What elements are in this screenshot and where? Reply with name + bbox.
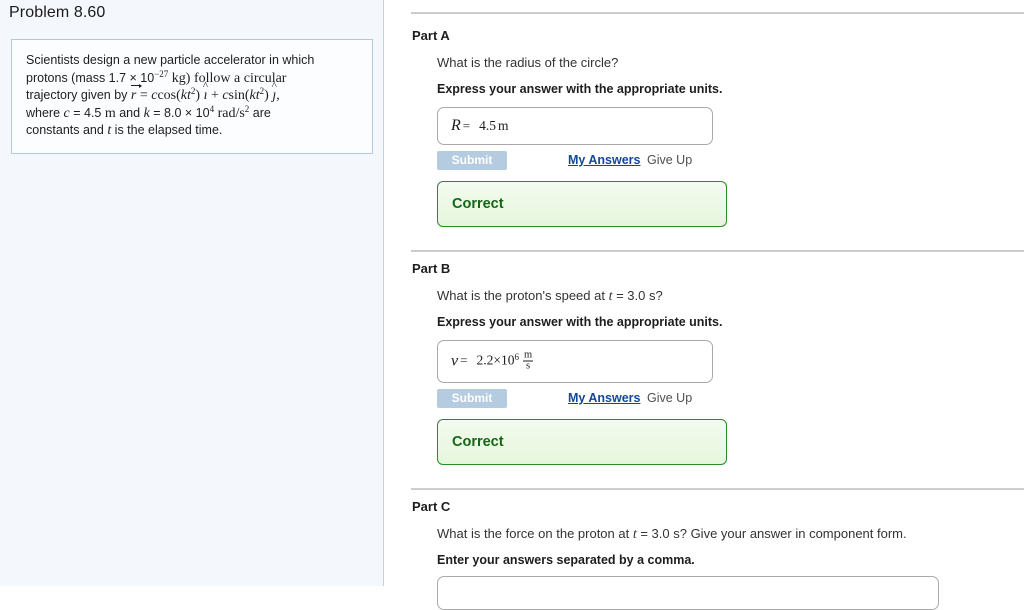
mass-exponent: −27: [154, 68, 169, 79]
r-vector-symbol: r: [130, 83, 142, 105]
part-a-give-up-link[interactable]: Give Up: [647, 153, 692, 167]
part-a-question: What is the radius of the circle?: [437, 55, 618, 72]
part-c-answer-field[interactable]: [437, 576, 939, 610]
k-constant-unit: rad/s: [217, 105, 245, 121]
statement-where: where: [26, 105, 64, 120]
statement-and: and: [115, 105, 144, 120]
problem-statement-box: Scientists design a new particle acceler…: [11, 39, 373, 154]
times-symbol: ×: [129, 70, 137, 85]
statement-are: are: [249, 105, 271, 120]
k-constant-value: = 8.0: [149, 105, 185, 120]
problem-sidebar: Problem 8.60 Scientists design a new par…: [0, 0, 384, 586]
cos-function: cos(: [157, 88, 181, 103]
part-c-instruction: Enter your answers separated by a comma.: [437, 553, 695, 567]
part-b-answer-exponent: 6: [514, 351, 519, 362]
part-b-my-answers-link[interactable]: My Answers: [568, 391, 640, 405]
part-b-give-up-link[interactable]: Give Up: [647, 391, 692, 405]
statement-traj-pre: trajectory given by: [26, 88, 131, 102]
part-a-label: Part A: [412, 28, 450, 43]
part-a-instruction: Express your answer with the appropriate…: [437, 82, 723, 96]
part-a-answer-unit: m: [498, 118, 509, 133]
part-b-unit-numerator: m: [523, 349, 533, 360]
sin-function: sin(: [228, 88, 250, 103]
plus-symbol: +: [210, 88, 219, 103]
part-b-unit-denominator: s: [522, 360, 534, 371]
parts-panel: Part A What is the radius of the circle?…: [385, 0, 1024, 610]
part-a-answer-content: R = 4.5 m: [451, 117, 509, 135]
part-a-submit-button[interactable]: Submit: [437, 151, 507, 170]
equals-symbol: =: [139, 88, 148, 103]
part-b-status-badge: Correct: [437, 419, 727, 465]
part-b-answer-unit-fraction: ms: [522, 349, 534, 371]
statement-mass-pre: protons (mass 1.7: [26, 70, 130, 85]
part-b-question-pre: What is the proton's speed at: [437, 288, 609, 303]
j-hat-symbol: ȷ: [272, 87, 276, 105]
part-a-question-pre: What is the radius of the circle?: [437, 55, 619, 70]
k-power-base: 10: [192, 105, 210, 120]
close-paren-1: ): [195, 88, 201, 103]
divider-part-a: [411, 12, 1024, 14]
statement-mass-ten: 10: [136, 70, 155, 85]
part-a-answer-field[interactable]: R = 4.5 m: [437, 107, 713, 145]
part-b-submit-button[interactable]: Submit: [437, 389, 507, 408]
part-c-question-pre: What is the force on the proton at: [437, 526, 633, 541]
part-a-answer-value: 4.5: [479, 118, 496, 133]
part-c-label: Part C: [412, 499, 451, 514]
part-b-status-text: Correct: [452, 434, 504, 450]
part-c-answer-content: [451, 584, 460, 602]
part-b-question: What is the proton's speed at t = 3.0 s?: [437, 288, 663, 305]
i-hat-symbol: ı: [204, 87, 208, 105]
part-b-answer-value: 2.2×10: [476, 352, 515, 368]
divider-part-b: [411, 250, 1024, 252]
part-a-status-badge: Correct: [437, 181, 727, 227]
part-a-status-text: Correct: [452, 196, 504, 212]
statement-elapsed: is the elapsed time.: [111, 123, 223, 137]
page-title: Problem 8.60: [9, 4, 106, 21]
part-b-label: Part B: [412, 261, 451, 276]
part-b-instruction: Express your answer with the appropriate…: [437, 315, 723, 329]
page-root: Problem 8.60 Scientists design a new par…: [0, 0, 1024, 610]
divider-part-c: [411, 488, 1024, 490]
part-a-my-answers-link[interactable]: My Answers: [568, 153, 640, 167]
part-b-answer-variable: v: [451, 351, 459, 369]
statement-mass-post: kg) follow a circular: [168, 70, 287, 86]
part-b-answer-content: v = 2.2×106 m s: [451, 349, 534, 372]
part-c-question: What is the force on the proton at t = 3…: [437, 526, 907, 543]
k-exponent: 4: [209, 103, 215, 114]
part-b-answer-field[interactable]: v = 2.2×106 m s: [437, 340, 713, 383]
problem-statement-text: Scientists design a new particle acceler…: [26, 52, 358, 140]
c-constant-unit: m: [104, 105, 116, 121]
part-a-answer-variable: R: [451, 117, 461, 134]
c-constant-value: = 4.5: [69, 105, 105, 120]
part-c-question-post: = 3.0 s? Give your answer in component f…: [636, 526, 907, 541]
statement-constants: constants and: [26, 123, 108, 137]
part-a-answer-equals: =: [462, 118, 471, 133]
statement-line-1: Scientists design a new particle acceler…: [26, 53, 315, 67]
close-paren-2: ): [264, 88, 269, 103]
part-b-question-post: = 3.0 s?: [612, 288, 663, 303]
part-b-answer-equals: =: [460, 352, 468, 368]
